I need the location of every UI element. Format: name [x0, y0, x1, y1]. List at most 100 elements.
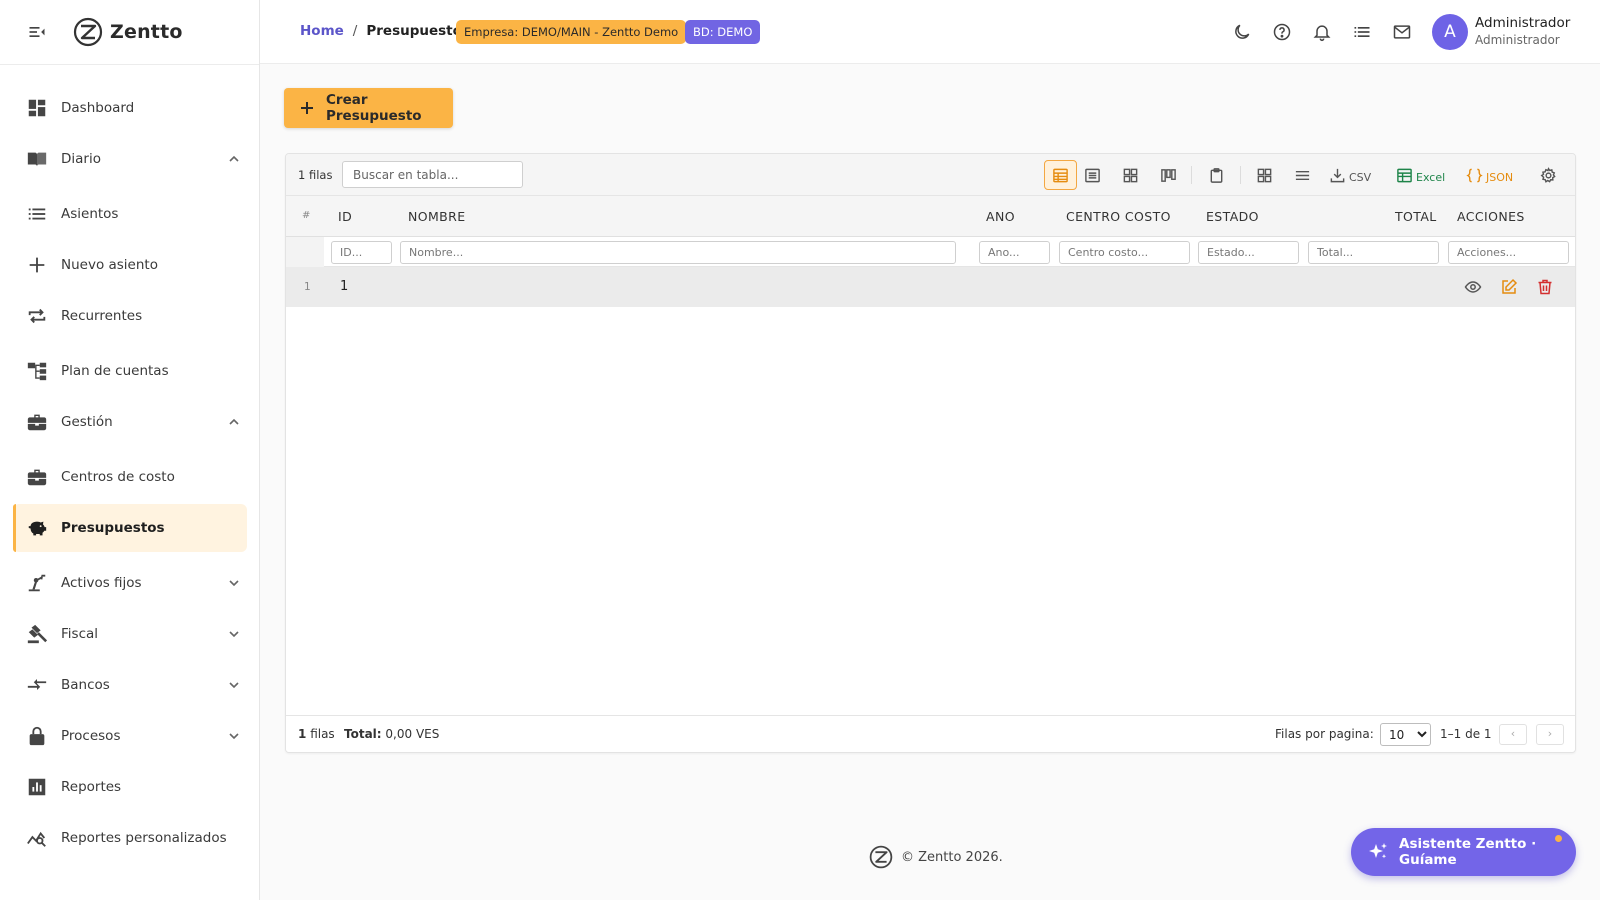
card-view-button[interactable] — [1122, 163, 1139, 187]
column-header-estado[interactable]: ESTADO — [1206, 209, 1259, 224]
density-grid-icon — [1256, 167, 1273, 184]
sidebar-item-bancos[interactable]: Bancos — [13, 661, 247, 709]
filter-id-input[interactable] — [331, 241, 392, 264]
clipboard-icon — [1208, 167, 1225, 184]
database-badge[interactable]: BD: DEMO — [685, 20, 761, 44]
assistant-button[interactable]: Asistente Zentto · Guíame — [1351, 828, 1576, 876]
kanban-view-button[interactable] — [1160, 163, 1177, 187]
table-view-icon — [1052, 167, 1069, 184]
sidebar-item-label: Presupuestos — [61, 520, 165, 536]
density-button[interactable] — [1256, 163, 1273, 187]
sidebar-item-centros-de-costo[interactable]: Centros de costo — [13, 453, 247, 501]
filter-centro-costo-input[interactable] — [1059, 241, 1190, 264]
copy-clipboard-button[interactable] — [1208, 163, 1225, 187]
rows-per-page-select[interactable]: 10 — [1380, 723, 1431, 746]
user-name[interactable]: Administrador — [1475, 15, 1570, 31]
column-header-total[interactable]: TOTAL — [1395, 209, 1437, 224]
sidebar-item-gestion[interactable]: Gestión — [13, 398, 247, 446]
sidebar-item-activos-fijos[interactable]: Activos fijos — [13, 559, 247, 607]
notification-dot — [1555, 835, 1562, 842]
sidebar-item-nuevo-asiento[interactable]: Nuevo asiento — [13, 241, 247, 289]
sidebar-item-dashboard[interactable]: Dashboard — [13, 84, 247, 132]
zentto-logo-icon — [869, 845, 893, 869]
mail-icon[interactable] — [1392, 22, 1412, 42]
footer-total-label: Total: — [344, 727, 382, 741]
sidebar-item-asientos[interactable]: Asientos — [13, 190, 247, 238]
chevron-down-icon — [227, 576, 241, 590]
export-json-label: JSON — [1486, 170, 1514, 184]
notifications-bell-icon[interactable] — [1312, 22, 1332, 42]
menu-lines-icon — [1294, 167, 1311, 184]
cell-id: 1 — [340, 279, 349, 294]
toolbar-divider — [1191, 166, 1192, 184]
empresa-badge[interactable]: Empresa: DEMO/MAIN - Zentto Demo — [456, 20, 687, 44]
edit-icon[interactable] — [1500, 278, 1518, 296]
table-search-input[interactable] — [342, 161, 523, 188]
sidebar-item-label: Procesos — [61, 728, 121, 744]
app-logo[interactable]: Zentto — [73, 17, 183, 47]
task-list-icon[interactable] — [1352, 22, 1372, 42]
excel-icon — [1396, 167, 1413, 184]
filter-total-input[interactable] — [1308, 241, 1439, 264]
plus-icon — [298, 99, 316, 117]
sidebar-item-label: Bancos — [61, 677, 110, 693]
export-excel-button[interactable]: Excel — [1396, 163, 1445, 187]
export-json-button[interactable]: JSON — [1466, 163, 1513, 187]
sidebar-item-label: Reportes — [61, 779, 122, 795]
account-tree-icon — [26, 360, 48, 382]
view-eye-icon[interactable] — [1464, 278, 1482, 296]
sidebar-item-procesos[interactable]: Procesos — [13, 712, 247, 760]
column-header-nombre[interactable]: NOMBRE — [408, 209, 466, 224]
gear-icon — [1540, 166, 1557, 184]
column-header-centro-costo[interactable]: CENTRO COSTO — [1066, 209, 1171, 224]
footer-total-value: 0,00 VES — [385, 727, 440, 741]
user-avatar[interactable]: A — [1432, 14, 1468, 50]
footer-row-count: 1 filas — [298, 727, 335, 741]
export-csv-button[interactable]: CSV — [1329, 163, 1371, 187]
columns-button[interactable] — [1294, 163, 1311, 187]
row-count: 1 filas — [298, 168, 333, 182]
sidebar-item-recurrentes[interactable]: Recurrentes — [13, 292, 247, 340]
column-header-ano[interactable]: ANO — [986, 209, 1015, 224]
column-header-id[interactable]: ID — [338, 209, 352, 224]
help-icon[interactable] — [1272, 22, 1292, 42]
filter-estado-input[interactable] — [1198, 241, 1299, 264]
sidebar-item-presupuestos[interactable]: Presupuestos — [13, 504, 247, 552]
precision-tool-icon — [26, 572, 48, 594]
table-view-button[interactable] — [1044, 160, 1077, 190]
sidebar-item-label: Nuevo asiento — [61, 257, 158, 273]
next-page-button[interactable]: › — [1536, 724, 1564, 745]
sidebar-item-label: Plan de cuentas — [61, 363, 169, 379]
delete-trash-icon[interactable] — [1536, 278, 1554, 296]
breadcrumb-home-link[interactable]: Home — [300, 23, 344, 39]
sidebar-item-label: Gestión — [61, 414, 113, 430]
kanban-icon — [1160, 167, 1177, 184]
create-budget-button[interactable]: Crear Presupuesto — [284, 88, 453, 128]
footer-count-number: 1 — [298, 727, 307, 741]
breadcrumb-separator: / — [352, 23, 358, 39]
table-row[interactable]: 1 1 — [286, 267, 1575, 307]
table-header: # ID NOMBRE ANO CENTRO COSTO ESTADO TOTA… — [286, 196, 1575, 237]
list-view-button[interactable] — [1084, 163, 1101, 187]
filter-nombre-input[interactable] — [400, 241, 956, 264]
journal-icon — [26, 148, 48, 170]
sidebar-item-label: Activos fijos — [61, 575, 142, 591]
bar-chart-icon — [26, 776, 48, 798]
dark-mode-moon-icon[interactable] — [1232, 22, 1252, 42]
sidebar-item-plan-de-cuentas[interactable]: Plan de cuentas — [13, 347, 247, 395]
sidebar-header: Zentto — [0, 0, 259, 65]
sidebar-item-reportes[interactable]: Reportes — [13, 763, 247, 811]
menu-collapse-icon[interactable] — [27, 22, 47, 42]
repeat-icon — [26, 305, 48, 327]
compare-arrows-icon — [26, 674, 48, 696]
app-name: Zentto — [110, 21, 183, 43]
chevron-up-icon — [227, 415, 241, 429]
sidebar-item-diario[interactable]: Diario — [13, 135, 247, 183]
filter-acciones-input[interactable] — [1448, 241, 1569, 264]
filter-ano-input[interactable] — [979, 241, 1050, 264]
previous-page-button[interactable]: ‹ — [1499, 724, 1527, 745]
sidebar-item-reportes-personalizados[interactable]: Reportes personalizados — [13, 814, 247, 862]
sidebar-item-label: Diario — [61, 151, 101, 167]
sidebar-item-fiscal[interactable]: Fiscal — [13, 610, 247, 658]
grid-settings-button[interactable] — [1540, 163, 1557, 187]
